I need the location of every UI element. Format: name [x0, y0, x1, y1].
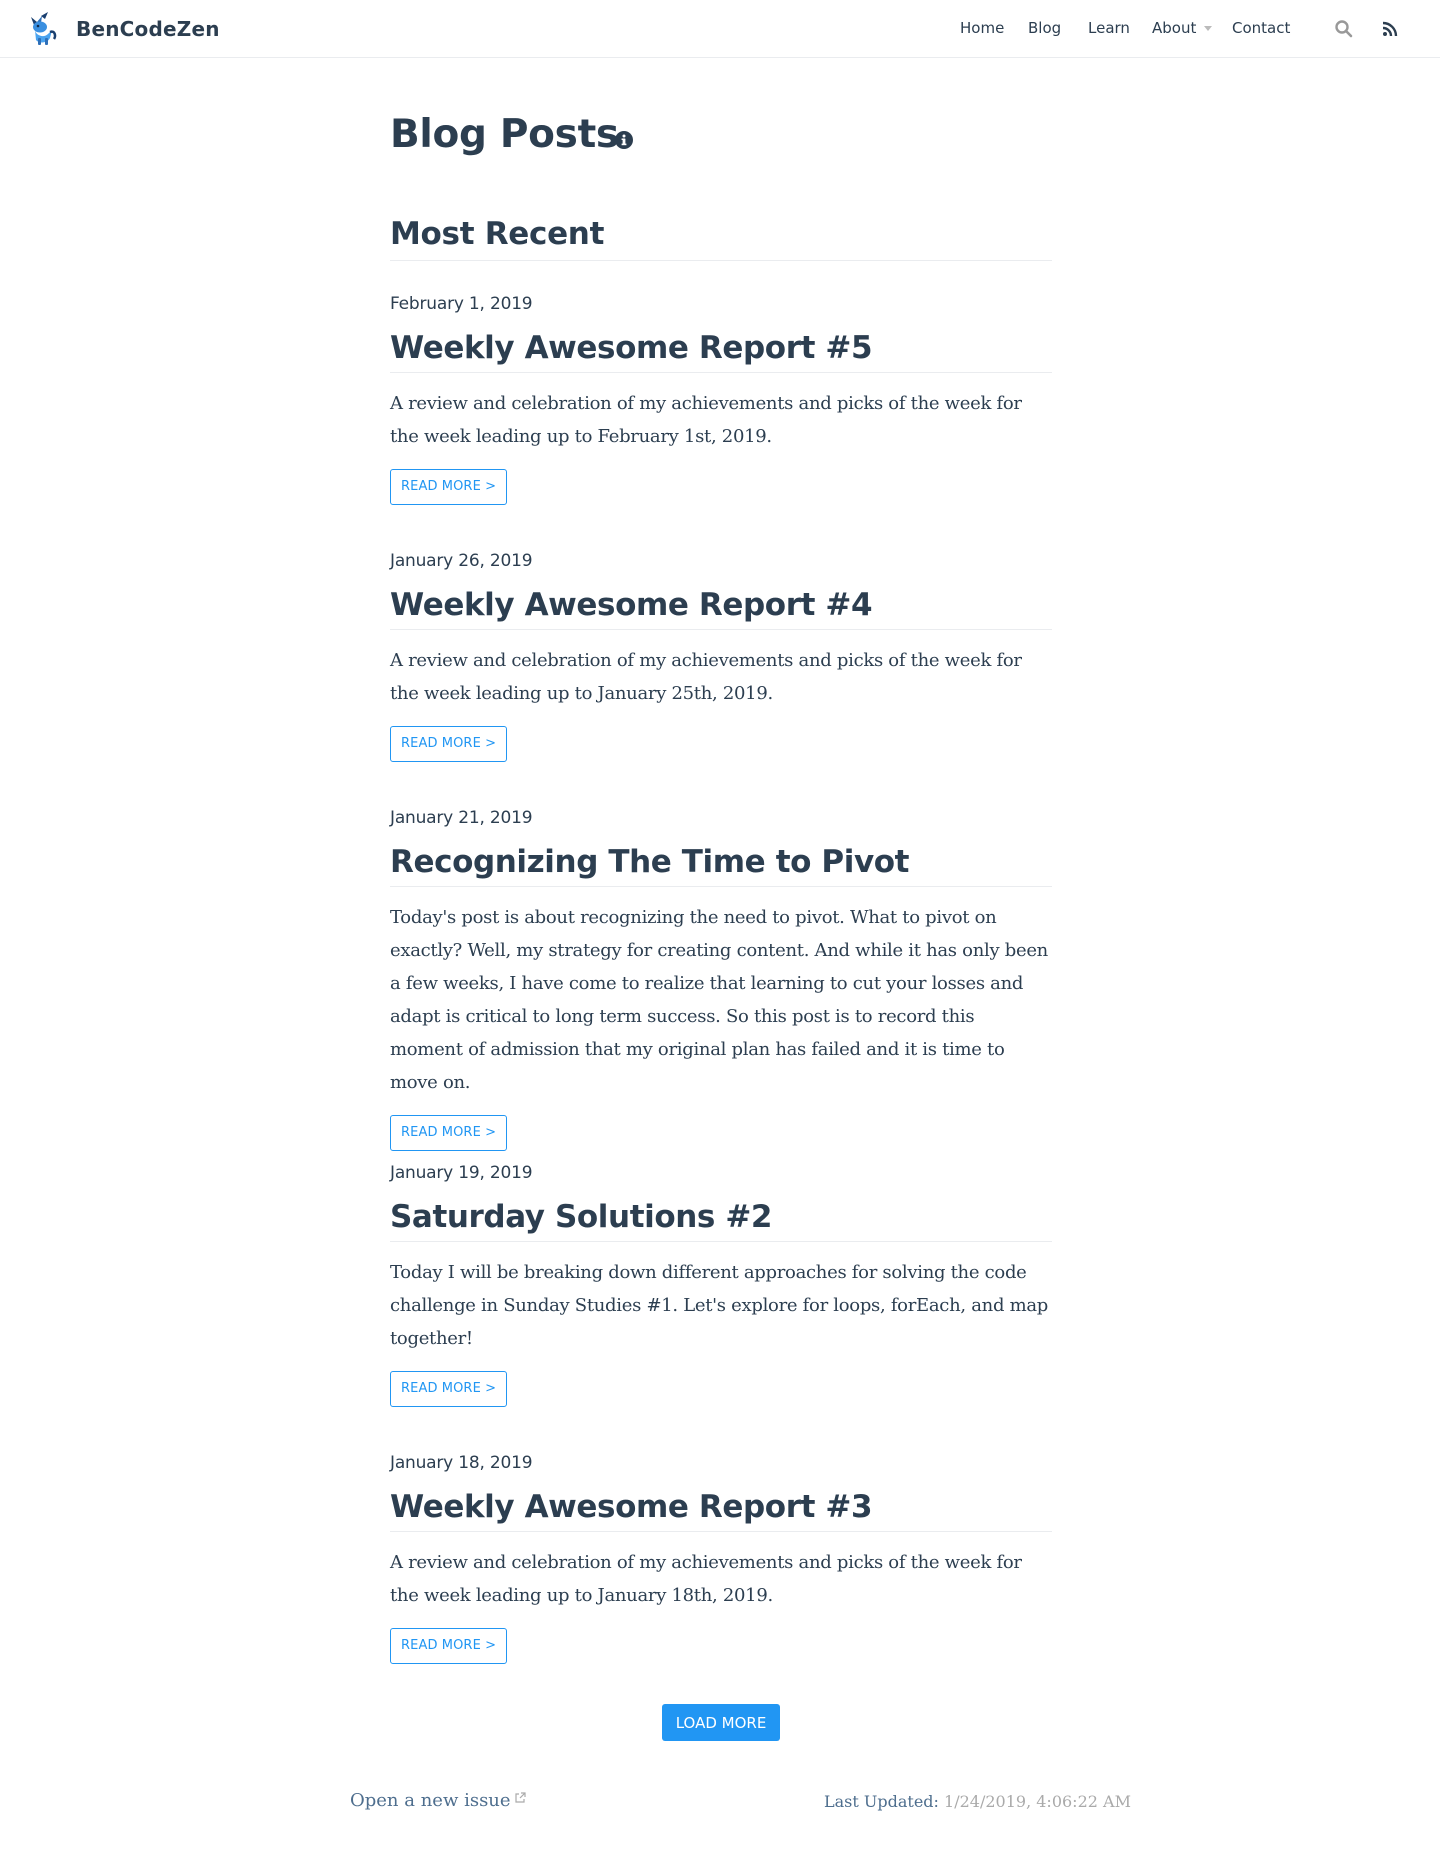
nav-item-about-label: About [1152, 19, 1197, 37]
nav-item-home[interactable]: Home [960, 19, 1004, 37]
post-excerpt: Today I will be breaking down different … [390, 1262, 1049, 1349]
section-title-most-recent: Most Recent [390, 216, 1052, 261]
read-more-button[interactable]: READ MORE > [390, 726, 508, 762]
read-more-button[interactable]: READ MORE > [390, 1115, 508, 1151]
post-date: January 18, 2019 [390, 1453, 533, 1473]
post-excerpt: A review and celebration of my achieveme… [390, 650, 1022, 704]
last-updated-value: 1/24/2019, 4:06:22 AM [944, 1792, 1131, 1811]
last-updated: Last Updated: 1/24/2019, 4:06:22 AM [824, 1792, 1131, 1811]
post-excerpt: A review and celebration of my achieveme… [390, 393, 1022, 447]
open-issue-label: Open a new issue [350, 1790, 511, 1811]
page-title: Blog Posts [390, 112, 619, 157]
nav-item-about-dropdown[interactable]: About [1152, 19, 1213, 37]
post-card: February 1, 2019 Weekly Awesome Report #… [390, 292, 1052, 505]
unicorn-logo-icon [31, 12, 57, 45]
navbar: BenCodeZen Home Blog Learn About Contact [0, 0, 1440, 58]
post-excerpt: Today's post is about recognizing the ne… [390, 907, 1048, 1093]
post-excerpt: A review and celebration of my achieveme… [390, 1552, 1022, 1606]
chevron-down-icon [1204, 26, 1213, 31]
post-date: February 1, 2019 [390, 294, 533, 314]
read-more-button[interactable]: READ MORE > [390, 1371, 508, 1407]
post-date: January 26, 2019 [390, 551, 533, 571]
post-title[interactable]: Recognizing The Time to Pivot [390, 842, 1052, 887]
read-more-button[interactable]: READ MORE > [390, 1628, 508, 1664]
open-issue-link[interactable]: Open a new issue [350, 1790, 526, 1811]
nav-item-learn[interactable]: Learn [1088, 19, 1130, 37]
post-title[interactable]: Saturday Solutions #2 [390, 1197, 1052, 1242]
post-card: January 21, 2019 Recognizing The Time to… [390, 806, 1052, 1151]
load-more-button[interactable]: LOAD MORE [662, 1704, 780, 1741]
read-more-button[interactable]: READ MORE > [390, 469, 508, 505]
post-title[interactable]: Weekly Awesome Report #5 [390, 328, 1052, 373]
post-title[interactable]: Weekly Awesome Report #3 [390, 1487, 1052, 1532]
post-card: January 19, 2019 Saturday Solutions #2 T… [390, 1161, 1052, 1407]
brand-name: BenCodeZen [76, 17, 220, 41]
post-card: January 18, 2019 Weekly Awesome Report #… [390, 1451, 1052, 1664]
rss-icon[interactable] [1380, 19, 1400, 39]
external-link-icon [514, 1792, 526, 1803]
post-title[interactable]: Weekly Awesome Report #4 [390, 585, 1052, 630]
nav-item-blog[interactable]: Blog [1028, 19, 1061, 37]
last-updated-label: Last Updated: [824, 1792, 939, 1811]
search-icon[interactable] [1334, 19, 1354, 39]
brand-home-link[interactable]: BenCodeZen [28, 10, 220, 48]
post-date: January 21, 2019 [390, 808, 533, 828]
post-card: January 26, 2019 Weekly Awesome Report #… [390, 549, 1052, 762]
info-icon[interactable] [615, 131, 633, 149]
post-date: January 19, 2019 [390, 1163, 533, 1183]
nav-item-contact[interactable]: Contact [1232, 19, 1290, 37]
